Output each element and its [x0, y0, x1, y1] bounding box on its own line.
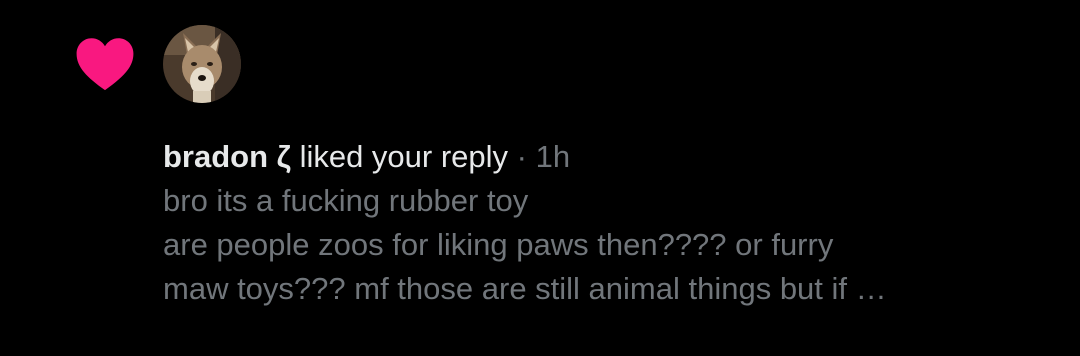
heart-icon: [76, 38, 134, 91]
reply-line: are people zoos for liking paws then????…: [163, 227, 834, 262]
coyote-avatar: [163, 25, 241, 103]
separator: ·: [516, 139, 527, 174]
reply-line: bro its a fucking rubber toy: [163, 183, 529, 218]
notification-headline: bradon ζ liked your reply · 1h: [163, 135, 1063, 179]
timestamp: 1h: [535, 139, 571, 174]
action-text: liked your reply: [299, 139, 509, 174]
reply-line: maw toys??? mf those are still animal th…: [163, 271, 887, 306]
notification-content: bradon ζ liked your reply · 1h bro its a…: [163, 135, 1063, 311]
user-name[interactable]: bradon ζ: [163, 139, 291, 174]
like-notification[interactable]: bradon ζ liked your reply · 1h bro its a…: [0, 0, 1080, 356]
avatar[interactable]: [163, 25, 241, 103]
